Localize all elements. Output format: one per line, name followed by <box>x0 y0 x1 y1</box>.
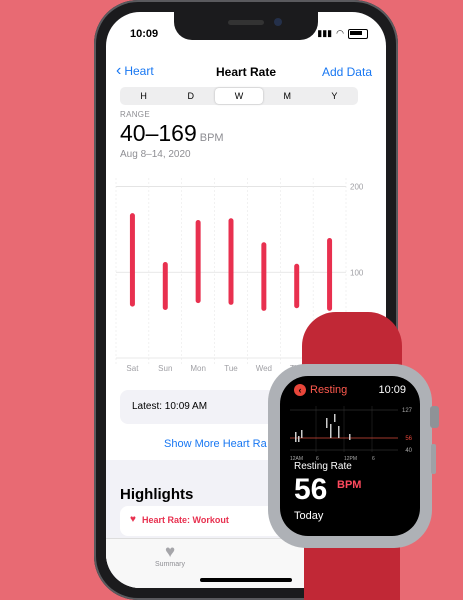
battery-icon <box>348 28 368 39</box>
watch-back-button[interactable]: ‹ Resting <box>294 384 347 396</box>
resting-rate-chart: 127 56 40 12AM 6 12PM 6 <box>290 406 413 462</box>
home-indicator <box>200 578 292 582</box>
range-bar <box>294 263 300 309</box>
heart-icon: ♥ <box>130 514 136 525</box>
x-tick-label: Mon <box>190 364 206 372</box>
watch-label-x3: 6 <box>372 456 375 462</box>
watch-sample <box>334 414 336 422</box>
watch-label-resting: 56 <box>405 436 412 442</box>
watch-unit: BPM <box>337 479 362 491</box>
watch-label-min: 40 <box>405 448 412 454</box>
range-bar <box>327 238 333 311</box>
status-time: 10:09 <box>130 28 159 40</box>
signal-icon: ▮▮▮ <box>317 28 333 38</box>
range-number: 40–169 <box>120 120 197 146</box>
chevron-left-icon: ‹ <box>294 384 306 396</box>
notch <box>174 12 318 40</box>
x-tick-label: Sat <box>126 364 139 372</box>
digital-crown[interactable] <box>430 406 439 428</box>
tab-summary[interactable]: ♥ Summary <box>150 542 190 569</box>
watch-sample <box>349 434 351 440</box>
watch-title: Resting Rate <box>294 461 352 472</box>
range-label: RANGE <box>120 110 150 119</box>
range-bar <box>129 213 135 307</box>
speaker-grille <box>228 20 264 25</box>
watch-screen: ‹ Resting 10:09 127 56 40 12AM 6 12PM 6 … <box>280 376 420 536</box>
range-bar <box>228 218 234 305</box>
segment-month[interactable]: M <box>264 87 311 105</box>
range-unit: BPM <box>199 132 224 144</box>
add-data-button[interactable]: Add Data <box>322 65 372 79</box>
wifi-icon: ◠ <box>336 28 344 38</box>
segment-day[interactable]: D <box>167 87 214 105</box>
highlights-title: Highlights <box>120 486 194 503</box>
watch-time: 10:09 <box>378 384 406 396</box>
watch-sample <box>338 426 340 438</box>
x-tick-label: Sun <box>158 364 172 372</box>
range-value: 40–169 BPM <box>120 120 224 147</box>
y-tick-label: 200 <box>350 183 364 192</box>
watch-side-button[interactable] <box>431 444 436 474</box>
range-bar <box>195 220 201 304</box>
segment-year[interactable]: Y <box>311 87 358 105</box>
watch-sample <box>326 418 328 428</box>
show-more-link[interactable]: Show More Heart Ra <box>164 438 267 450</box>
watch-band-bottom <box>304 540 400 600</box>
x-tick-label: Tue <box>224 364 238 372</box>
segment-hour[interactable]: H <box>120 87 167 105</box>
watch-sample <box>330 424 332 438</box>
watch-value: 56 <box>294 473 328 506</box>
range-bar <box>162 262 168 310</box>
watch-sample <box>298 436 300 442</box>
date-range: Aug 8–14, 2020 <box>120 149 191 160</box>
watch-sample <box>301 430 303 438</box>
watch-back-label: Resting <box>310 384 348 396</box>
watch-label-max: 127 <box>402 408 413 414</box>
watch-sample <box>295 432 297 442</box>
highlight-label: Heart Rate: Workout <box>142 515 229 525</box>
segment-week[interactable]: W <box>215 88 263 104</box>
range-bar <box>261 242 267 311</box>
nav-bar: ‹ Heart Heart Rate Add Data <box>106 54 386 84</box>
time-range-segmented-control: H D W M Y <box>120 87 358 105</box>
latest-reading-text: Latest: 10:09 AM <box>132 401 208 412</box>
x-tick-label: Wed <box>256 364 272 372</box>
status-icons: ▮▮▮ ◠ <box>317 28 368 39</box>
heart-icon: ♥ <box>164 542 176 561</box>
front-camera <box>274 18 282 26</box>
watch-period: Today <box>294 510 324 522</box>
tab-summary-label: Summary <box>155 561 185 568</box>
y-tick-label: 100 <box>350 268 364 277</box>
